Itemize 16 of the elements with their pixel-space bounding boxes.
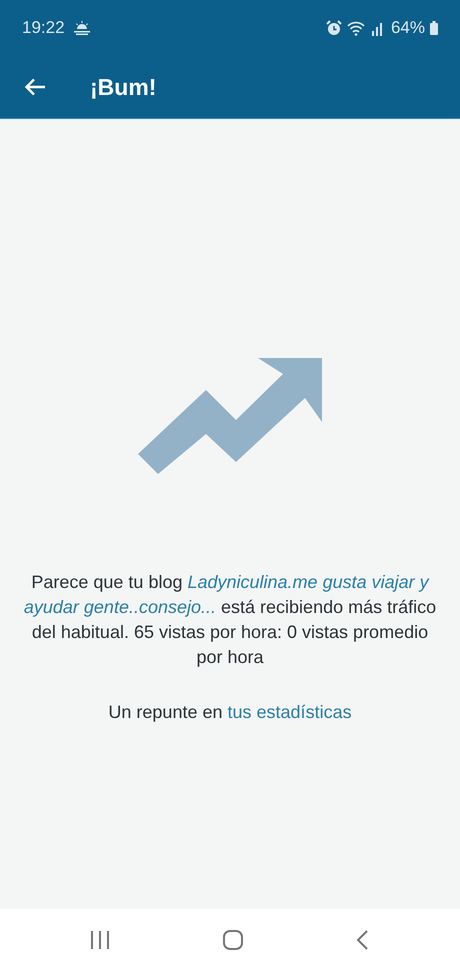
battery-icon	[430, 21, 438, 35]
stats-link[interactable]: tus estadísticas	[228, 702, 352, 722]
alarm-icon	[326, 20, 342, 36]
message-text: Parece que tu blog Ladyniculina.me gusta viajar y ayudar gente..consejo... está recibiendo más tráfico del habitual. 65 vistas por hora: 0 vistas promedio por hora	[22, 571, 438, 669]
back-arrow-icon[interactable]	[24, 78, 46, 96]
home-icon[interactable]	[223, 930, 243, 950]
back-icon[interactable]	[356, 930, 368, 950]
battery-level: 64%	[390, 18, 425, 38]
weather-icon	[74, 21, 90, 35]
wifi-icon	[346, 20, 365, 36]
screen-title: ¡Bum!	[90, 74, 156, 100]
signal-icon	[370, 20, 384, 36]
status-time: 19:22	[22, 18, 65, 38]
recent-apps-icon[interactable]	[90, 931, 110, 949]
stats-text: Un repunte en	[108, 702, 222, 722]
trend-arrow-icon	[138, 358, 322, 474]
